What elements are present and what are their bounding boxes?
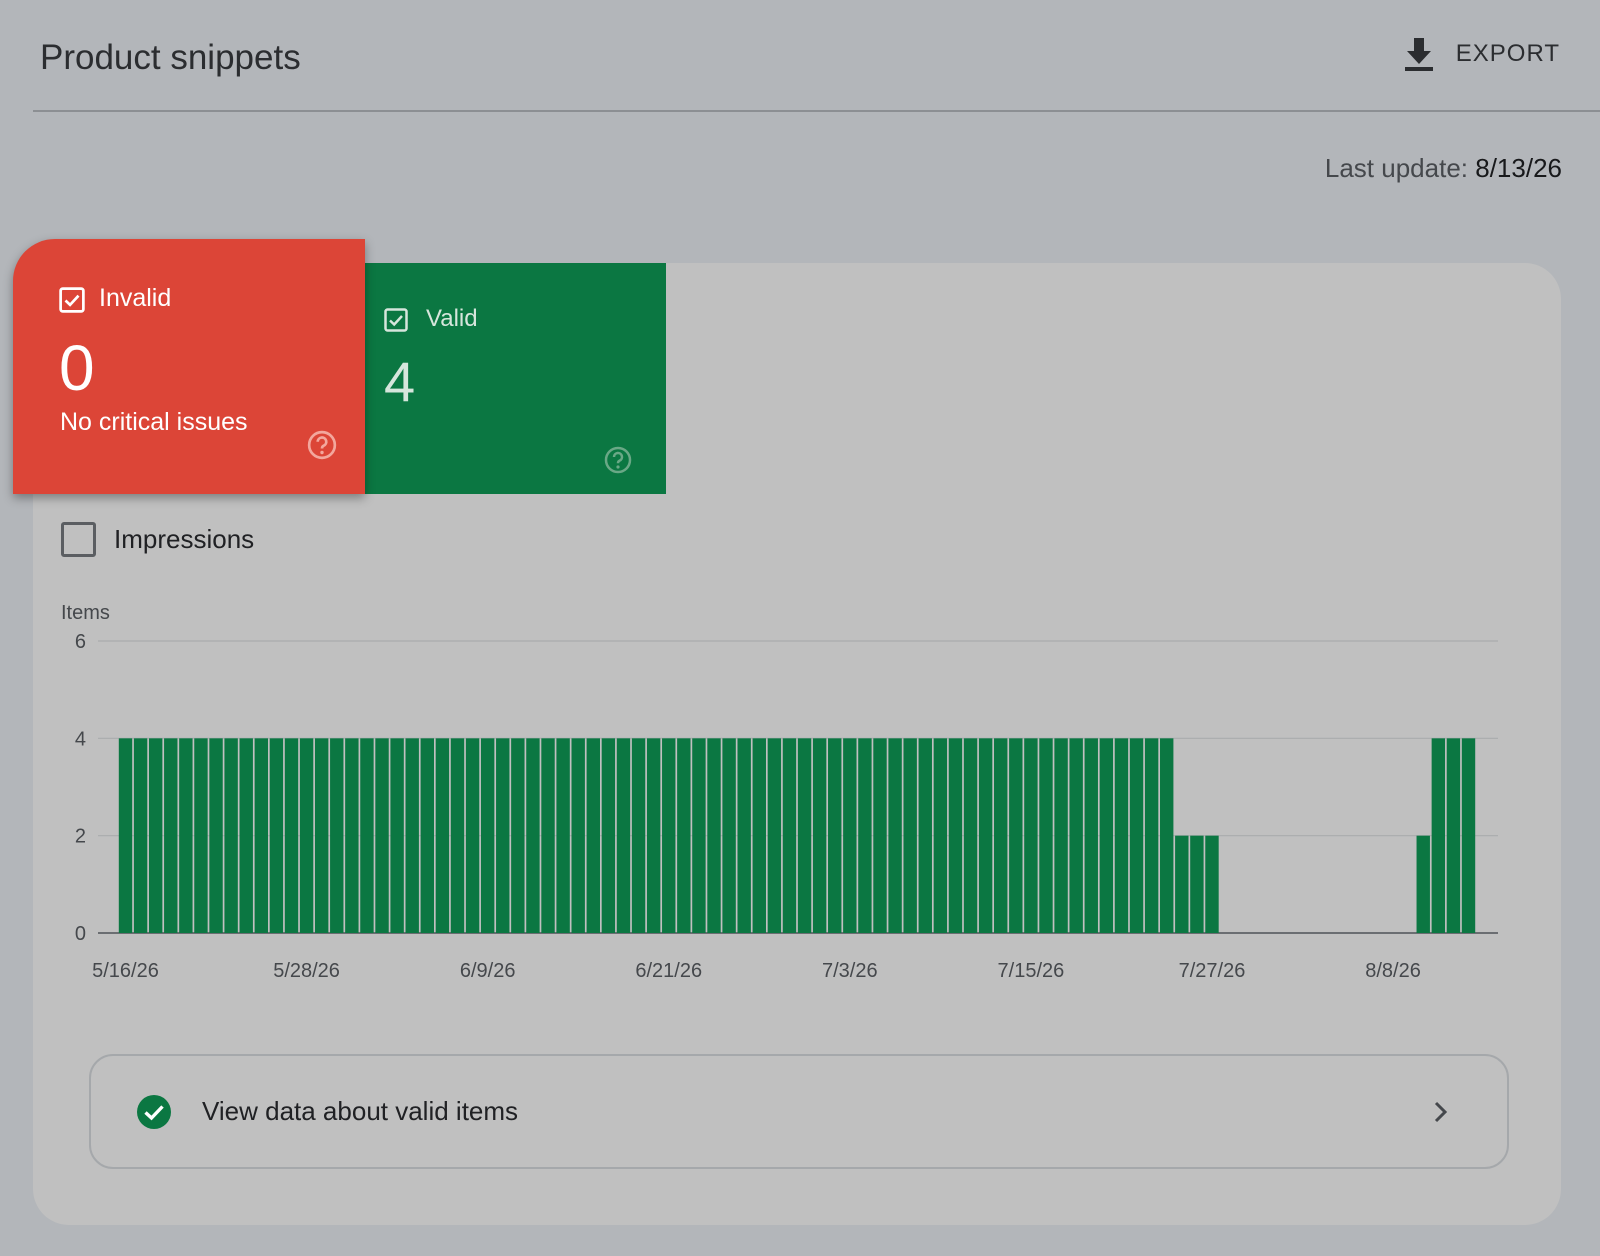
page-title: Product snippets	[40, 38, 301, 77]
invalid-tile[interactable]: Invalid 0 No critical issues	[13, 239, 365, 494]
view-data-label: View data about valid items	[202, 1096, 519, 1126]
help-icon[interactable]	[307, 430, 337, 460]
checkbox-checked-icon[interactable]	[384, 308, 408, 332]
header-divider	[33, 110, 1600, 112]
valid-tile[interactable]: Valid 4	[357, 263, 666, 494]
impressions-label: Impressions	[114, 524, 255, 554]
export-label: EXPORT	[1455, 40, 1560, 67]
download-icon	[1404, 38, 1433, 71]
check-circle-icon	[137, 1094, 171, 1129]
last-update: Last update: 8/13/26	[1325, 153, 1562, 184]
checkbox-checked-icon[interactable]	[59, 287, 85, 313]
last-update-value: 8/13/26	[1475, 153, 1562, 183]
invalid-label: Invalid	[99, 284, 172, 312]
impressions-toggle[interactable]: Impressions	[61, 522, 254, 557]
last-update-label: Last update:	[1324, 153, 1469, 183]
view-valid-items-button[interactable]: View data about valid items	[89, 1054, 1509, 1169]
chevron-right-icon	[1434, 1101, 1448, 1122]
invalid-subtitle: No critical issues	[60, 408, 248, 436]
valid-label: Valid	[426, 305, 478, 332]
help-icon[interactable]	[604, 446, 632, 474]
invalid-count: 0	[59, 332, 95, 404]
export-button[interactable]: EXPORT	[1402, 36, 1560, 72]
valid-count: 4	[384, 350, 416, 413]
impressions-checkbox[interactable]	[61, 522, 96, 557]
